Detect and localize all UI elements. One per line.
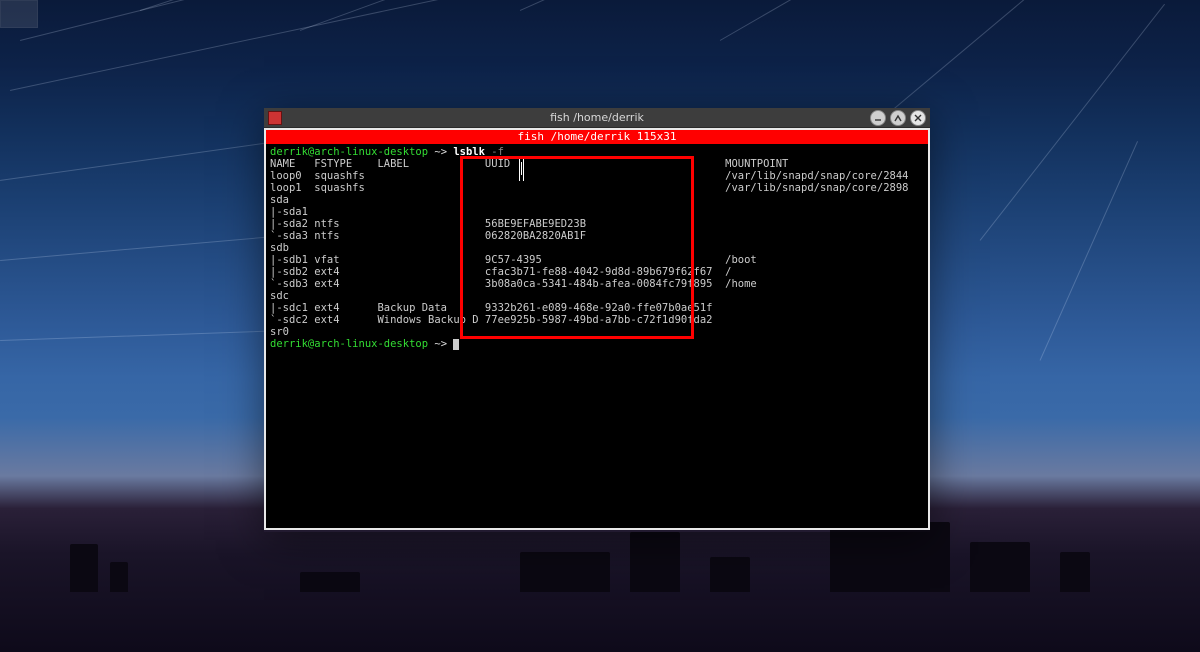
terminal-app-icon [268, 111, 282, 125]
prompt-user-host: derrik@arch-linux-desktop [270, 146, 428, 158]
prompt-separator: ~> [428, 146, 453, 158]
lsblk-row: loop1 squashfs /var/lib/snapd/snap/core/… [270, 182, 924, 194]
lsblk-row: `-sdc2 ext4 Windows Backup D 77ee925b-59… [270, 314, 924, 326]
terminal-cursor [453, 339, 459, 350]
prompt-line: derrik@arch-linux-desktop ~> lsblk -f [270, 146, 924, 158]
lsblk-row: |-sdc1 ext4 Backup Data 9332b261-e089-46… [270, 302, 924, 314]
activities-hot-corner[interactable] [0, 0, 38, 28]
lsblk-row: `-sdb3 ext4 3b08a0ca-5341-484b-afea-0084… [270, 278, 924, 290]
lsblk-row: sda [270, 194, 924, 206]
lsblk-row: |-sdb1 vfat 9C57-4395 /boot [270, 254, 924, 266]
lsblk-row: sr0 [270, 326, 924, 338]
prompt-line: derrik@arch-linux-desktop ~> [270, 338, 924, 350]
maximize-button[interactable] [890, 110, 906, 126]
window-title: fish /home/derrik [550, 111, 644, 124]
prompt-command: lsblk [453, 146, 485, 158]
text-cursor-icon [521, 162, 522, 175]
lsblk-row: sdb [270, 242, 924, 254]
lsblk-row: |-sda2 ntfs 56BE9EFABE9ED23B [270, 218, 924, 230]
terminal-output[interactable]: derrik@arch-linux-desktop ~> lsblk -fNAM… [266, 144, 928, 528]
lsblk-row: `-sda3 ntfs 062820BA2820AB1F [270, 230, 924, 242]
lsblk-row: |-sdb2 ext4 cfac3b71-fe88-4042-9d8d-89b6… [270, 266, 924, 278]
close-button[interactable] [910, 110, 926, 126]
terminal-window: fish /home/derrik fish /home/derrik 115x… [264, 108, 930, 532]
minimize-button[interactable] [870, 110, 886, 126]
window-controls [870, 110, 926, 126]
prompt-separator: ~> [428, 338, 453, 350]
lsblk-row: loop0 squashfs /var/lib/snapd/snap/core/… [270, 170, 924, 182]
lsblk-row: sdc [270, 290, 924, 302]
window-titlebar[interactable]: fish /home/derrik [264, 108, 930, 128]
prompt-user-host: derrik@arch-linux-desktop [270, 338, 428, 350]
terminal-chrome: fish /home/derrik 115x31 derrik@arch-lin… [264, 128, 930, 530]
prompt-command-args: -f [485, 146, 504, 158]
lsblk-header: NAME FSTYPE LABEL UUID MOUNTPOINT [270, 158, 924, 170]
lsblk-row: |-sda1 [270, 206, 924, 218]
terminal-status-banner: fish /home/derrik 115x31 [266, 130, 928, 144]
